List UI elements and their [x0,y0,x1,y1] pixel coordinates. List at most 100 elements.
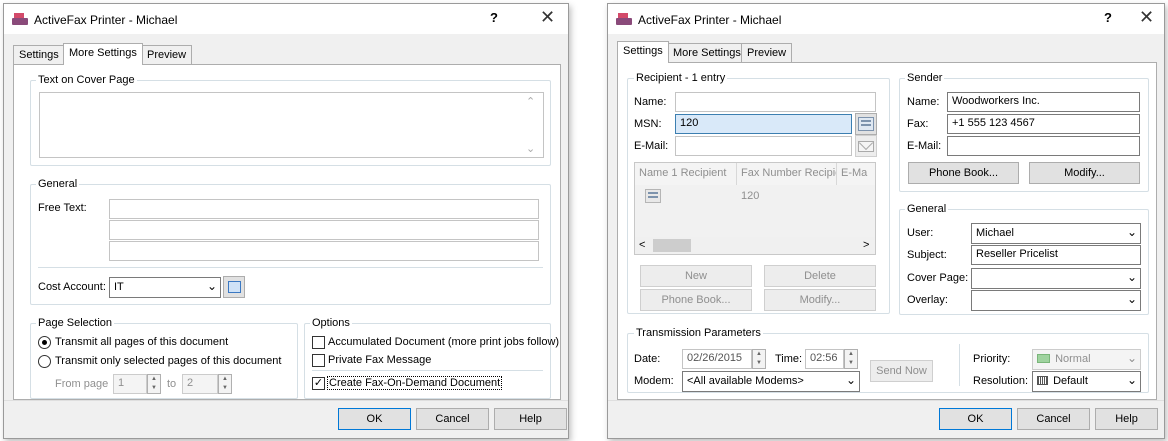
fod-checkbox[interactable]: ✓ [312,377,325,390]
priority-select[interactable]: Normal ⌄ [1032,349,1141,370]
recipient-list[interactable]: Name 1 Recipient Fax Number Recipien E-M… [634,162,876,255]
cancel-button[interactable]: Cancel [1017,408,1090,430]
delete-recipient-button[interactable]: Delete [764,265,876,287]
modem-value: <All available Modems> [687,375,804,387]
to-page-spinner[interactable]: ▲ ▼ [218,374,232,394]
close-icon[interactable]: ✕ [540,7,555,28]
free-text-line-2[interactable] [109,220,539,240]
sender-email-input[interactable] [947,136,1140,156]
from-page-input[interactable]: 1 [113,374,147,394]
accumulated-checkbox[interactable] [312,336,325,349]
scroll-down-icon: ⌄ [526,143,536,155]
date-spinner[interactable]: ▲ ▼ [752,349,766,369]
recipient-phonebook-button[interactable]: Phone Book... [640,289,752,311]
to-page-input[interactable]: 2 [182,374,218,394]
help-button[interactable]: Help [1095,408,1158,430]
column-header-email[interactable]: E-Ma [837,163,875,185]
window-title: ActiveFax Printer - Michael [34,13,178,27]
recipient-modify-button[interactable]: Modify... [764,289,876,311]
chevron-down-icon: ⌄ [845,373,856,387]
recipient-msn-label: MSN: [634,118,662,130]
email-book-button[interactable] [855,135,877,157]
overlay-select[interactable]: ⌄ [971,290,1141,311]
overlay-label: Overlay: [907,294,948,306]
radio-all-pages[interactable] [38,336,51,349]
options-separator [312,370,543,371]
resolution-label: Resolution: [973,375,1029,387]
cover-text-group-title: Text on Cover Page [36,74,137,86]
tab-preview[interactable]: Preview [741,43,793,63]
sender-name-input[interactable]: Woodworkers Inc. [947,92,1140,112]
recipient-msn-input[interactable]: 120 [675,114,852,134]
tab-settings[interactable]: Settings [13,45,65,65]
scroll-right-icon[interactable]: > [863,239,869,251]
priority-value: Normal [1055,353,1091,365]
from-page-spinner[interactable]: ▲ ▼ [147,374,161,394]
time-input[interactable]: 02:56 [805,349,844,369]
chevron-down-icon: ⌄ [1126,270,1137,284]
recipient-name-label: Name: [634,96,667,108]
user-value: Michael [976,227,1014,239]
sender-fax-input[interactable]: +1 555 123 4567 [947,114,1140,134]
close-icon[interactable]: ✕ [1139,7,1154,28]
scroll-left-icon[interactable]: < [639,239,645,251]
table-row[interactable]: 120 [635,186,875,206]
cost-account-value: IT [114,281,124,293]
help-button[interactable]: Help [494,408,567,430]
date-input[interactable]: 02/26/2015 [682,349,752,369]
recipient-email-input[interactable] [675,136,852,156]
subject-input[interactable]: Reseller Pricelist [971,245,1141,265]
column-header-name[interactable]: Name 1 Recipient [635,163,737,185]
cover-text-area[interactable] [39,92,544,158]
radio-selected-pages[interactable] [38,355,51,368]
horizontal-scrollbar[interactable]: < > [635,237,875,254]
cover-page-select[interactable]: ⌄ [971,268,1141,289]
radio-all-pages-label: Transmit all pages of this document [55,336,229,348]
priority-label: Priority: [973,353,1011,365]
to-page-label: to [167,378,177,390]
msn-phonebook-button[interactable] [855,113,877,135]
free-text-line-3[interactable] [109,241,539,261]
tab-panel: Text on Cover Page ⌃ ⌄ General Free Text… [13,64,561,400]
time-spinner[interactable]: ▲ ▼ [844,349,858,369]
free-text-line-1[interactable] [109,199,539,219]
resolution-value: Default [1053,375,1088,387]
scroll-thumb[interactable] [653,239,691,252]
user-select[interactable]: Michael ⌄ [971,223,1141,244]
tab-settings[interactable]: Settings [617,41,669,63]
book-icon [228,281,241,293]
sender-modify-button[interactable]: Modify... [1029,162,1140,184]
cancel-button[interactable]: Cancel [416,408,489,430]
tab-more-settings[interactable]: More Settings [63,43,143,65]
help-title-button[interactable]: ? [490,10,498,25]
radio-selected-pages-label: Transmit only selected pages of this doc… [55,355,282,367]
private-checkbox[interactable] [312,354,325,367]
modem-select[interactable]: <All available Modems> ⌄ [682,371,860,392]
right-dialog-window: ActiveFax Printer - Michael ? ✕ Settings… [607,3,1165,439]
recipient-email-label: E-Mail: [634,140,669,152]
date-label: Date: [634,353,661,365]
priority-icon [1037,354,1050,363]
ok-button[interactable]: OK [338,408,411,430]
tab-preview[interactable]: Preview [141,45,193,65]
send-now-button[interactable]: Send Now [870,360,933,382]
cost-account-book-button[interactable] [223,276,245,298]
transmission-divider [959,344,960,386]
sender-email-label: E-Mail: [907,140,942,152]
modem-label: Modem: [634,375,674,387]
column-header-fax[interactable]: Fax Number Recipien [737,163,837,185]
ok-button[interactable]: OK [939,408,1012,430]
help-title-button[interactable]: ? [1104,10,1112,25]
new-recipient-button[interactable]: New [640,265,752,287]
row-fax-cell: 120 [741,190,760,202]
scroll-up-icon: ⌃ [526,96,536,108]
transmission-group-title: Transmission Parameters [634,327,763,339]
cost-account-select[interactable]: IT ⌄ [109,277,221,298]
sender-name-label: Name: [907,96,940,108]
free-text-label: Free Text: [38,202,87,214]
tab-more-settings[interactable]: More Settings [667,43,747,63]
sender-phonebook-button[interactable]: Phone Book... [908,162,1019,184]
user-label: User: [907,227,934,239]
resolution-select[interactable]: Default ⌄ [1032,371,1141,392]
recipient-name-input[interactable] [675,92,876,112]
